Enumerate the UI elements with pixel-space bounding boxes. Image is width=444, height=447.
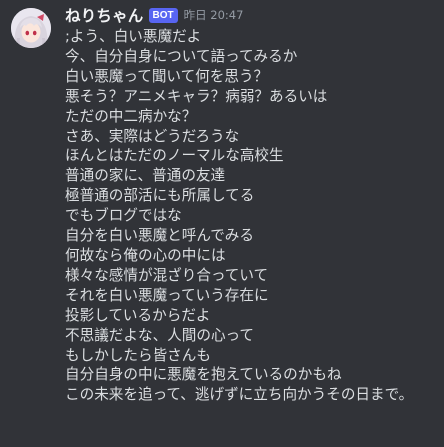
message-line: 悪そう？アニメキャラ？病弱？あるいは [65,87,328,105]
chat-message: ねりちゃん BOT 昨日 20:47 ;よう、白い悪魔だよ 今、自分自身について… [0,0,444,447]
avatar-anime-character-icon [11,8,51,48]
message-line: ;よう、白い悪魔だよ [65,28,202,45]
message-line: ただの中二病かな？ [65,107,197,125]
message-content: ;よう、白い悪魔だよ 今、自分自身について語ってみるか 白い悪魔って聞いて何を思… [65,27,444,405]
message-line: ほんとはただのノーマルな高校生 [65,147,284,165]
message-line: 投影しているからだよ [65,306,211,324]
message-line: 様々な感情が混ざり合っていて [65,266,269,284]
message-line: 自分を白い悪魔と呼んでみる [65,227,254,245]
message-line: 自分自身の中に悪魔を抱えているのかもね [65,366,342,384]
message-line: でもブログではな [65,207,182,225]
message-line: さあ、実際はどうだろうな [65,127,240,145]
timestamp[interactable]: 昨日 20:47 [184,7,244,23]
message-line: 普通の家に、普通の友達 [65,167,226,185]
message-line: 今、自分自身について語ってみるか [65,47,298,65]
message-header: ねりちゃん BOT 昨日 20:47 [65,4,243,26]
username[interactable]: ねりちゃん [65,4,144,26]
message-line: もしかしたら皆さんも [65,346,211,364]
message-line: それを白い悪魔っていう存在に [65,286,269,304]
message-line: 白い悪魔って聞いて何を思う？ [65,67,269,85]
message-line: 不思議だよな、人間の心って [65,326,254,344]
message-line: 極普通の部活にも所属してる [65,187,255,205]
avatar[interactable] [11,8,51,48]
message-line: この未来を追って、逃げずに立ち向かうその日まで。 [65,386,414,404]
message-line: 何故なら俺の心の中には [65,246,226,264]
bot-tag: BOT [148,7,178,23]
